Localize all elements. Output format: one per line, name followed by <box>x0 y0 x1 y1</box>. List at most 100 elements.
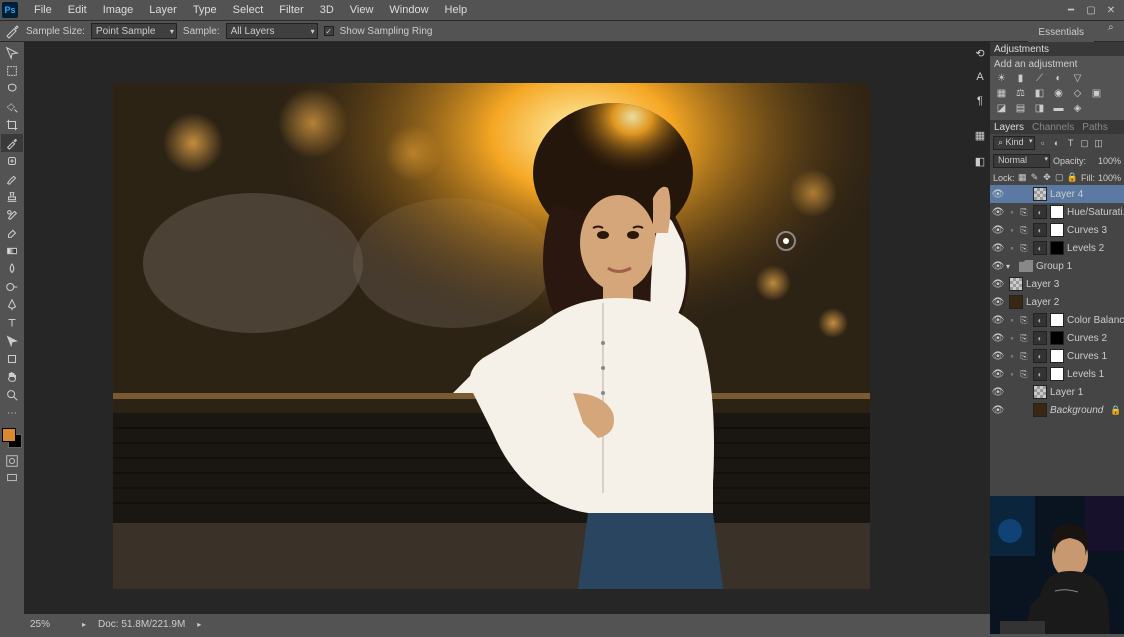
layer-thumb[interactable] <box>1033 403 1047 417</box>
doc-info-arrow-icon[interactable]: ▸ <box>197 620 201 629</box>
layer-mask-thumb[interactable] <box>1050 331 1064 345</box>
layer-thumb[interactable] <box>1009 277 1023 291</box>
layer-row[interactable]: 👁▾Group 1 <box>990 257 1124 275</box>
layer-row[interactable]: 👁Background🔒 <box>990 401 1124 419</box>
link-icon[interactable]: ⎘ <box>1018 243 1030 254</box>
lock-all-icon[interactable]: 🔒 <box>1067 172 1078 183</box>
layer-row[interactable]: 👁Layer 2 <box>990 293 1124 311</box>
link-icon[interactable]: ⎘ <box>1018 333 1030 344</box>
layer-name[interactable]: Curves 2 <box>1067 333 1124 344</box>
adjustments-tab[interactable]: Adjustments <box>994 44 1049 55</box>
workspace-switcher[interactable]: Essentials <box>1028 22 1094 42</box>
opacity-value[interactable]: 100% <box>1089 156 1121 166</box>
clip-icon[interactable]: ◦ <box>1006 315 1018 325</box>
layer-thumb[interactable]: ◐ <box>1033 367 1047 381</box>
layer-thumb[interactable]: ◐ <box>1033 349 1047 363</box>
hand-tool[interactable] <box>1 368 23 386</box>
layer-row[interactable]: 👁◦⎘◐Levels 2 <box>990 239 1124 257</box>
invert-adj-icon[interactable]: ◪ <box>994 102 1009 115</box>
bw-adj-icon[interactable]: ◧ <box>1032 87 1047 100</box>
canvas-area[interactable] <box>24 42 990 614</box>
zoom-level[interactable]: 25% <box>30 619 70 630</box>
visibility-icon[interactable]: 👁 <box>990 369 1006 380</box>
layers-tab[interactable]: Layers <box>994 122 1024 133</box>
blur-tool[interactable] <box>1 260 23 278</box>
layer-thumb[interactable] <box>1009 295 1023 309</box>
menu-filter[interactable]: Filter <box>271 4 311 16</box>
layer-row[interactable]: 👁◦⎘◐Color Balance 1 <box>990 311 1124 329</box>
document-canvas[interactable] <box>113 83 870 589</box>
history-panel-icon[interactable]: ⟲ <box>972 45 988 61</box>
clip-icon[interactable]: ◦ <box>1006 225 1018 235</box>
visibility-icon[interactable]: 👁 <box>990 225 1006 236</box>
sample-size-dropdown[interactable]: Point Sample <box>91 23 177 39</box>
hue-adj-icon[interactable]: ▦ <box>994 87 1009 100</box>
link-icon[interactable]: ⎘ <box>1018 351 1030 362</box>
visibility-icon[interactable]: 👁 <box>990 207 1006 218</box>
layer-mask-thumb[interactable] <box>1050 349 1064 363</box>
type-tool[interactable] <box>1 314 23 332</box>
menu-type[interactable]: Type <box>185 4 225 16</box>
libraries-panel-icon[interactable]: ◧ <box>972 153 988 169</box>
layer-row[interactable]: 👁◦⎘◐Curves 1 <box>990 347 1124 365</box>
layer-name[interactable]: Background <box>1050 405 1110 416</box>
layer-thumb[interactable]: ◐ <box>1033 241 1047 255</box>
current-tool-icon[interactable] <box>4 23 20 39</box>
path-select-tool[interactable] <box>1 332 23 350</box>
sample-dropdown[interactable]: All Layers <box>226 23 318 39</box>
adjustments-panel-header[interactable]: Adjustments <box>990 42 1124 56</box>
layer-row[interactable]: 👁Layer 4 <box>990 185 1124 203</box>
link-icon[interactable]: ⎘ <box>1018 225 1030 236</box>
pen-tool[interactable] <box>1 296 23 314</box>
channels-tab[interactable]: Channels <box>1032 122 1074 133</box>
visibility-icon[interactable]: 👁 <box>990 333 1006 344</box>
channelmix-adj-icon[interactable]: ◇ <box>1070 87 1085 100</box>
layer-mask-thumb[interactable] <box>1050 367 1064 381</box>
menu-file[interactable]: File <box>26 4 60 16</box>
link-icon[interactable]: ⎘ <box>1018 207 1030 218</box>
vibrance-adj-icon[interactable]: ▽ <box>1070 72 1085 85</box>
filter-pixel-icon[interactable]: ▫ <box>1037 137 1049 149</box>
zoom-tool[interactable] <box>1 386 23 404</box>
quickmask-toggle[interactable] <box>1 453 23 469</box>
layer-row[interactable]: 👁Layer 3 <box>990 275 1124 293</box>
layer-mask-thumb[interactable] <box>1050 205 1064 219</box>
layer-row[interactable]: 👁◦⎘◐Hue/Saturati... <box>990 203 1124 221</box>
visibility-icon[interactable]: 👁 <box>990 315 1006 326</box>
zoom-arrow-icon[interactable]: ▸ <box>82 620 86 629</box>
brightness-adj-icon[interactable]: ☀ <box>994 72 1009 85</box>
link-icon[interactable]: ⎘ <box>1018 369 1030 380</box>
menu-image[interactable]: Image <box>95 4 142 16</box>
healing-tool[interactable] <box>1 152 23 170</box>
gradient-tool[interactable] <box>1 242 23 260</box>
layer-name[interactable]: Layer 2 <box>1026 297 1124 308</box>
layer-row[interactable]: 👁Layer 1 <box>990 383 1124 401</box>
selective-adj-icon[interactable]: ◈ <box>1070 102 1085 115</box>
quick-select-tool[interactable] <box>1 98 23 116</box>
visibility-icon[interactable]: 👁 <box>990 243 1006 254</box>
visibility-icon[interactable]: 👁 <box>990 261 1006 272</box>
layer-name[interactable]: Group 1 <box>1036 261 1124 272</box>
show-ring-checkbox[interactable]: ✓ <box>324 26 334 36</box>
screenmode-toggle[interactable] <box>1 470 23 486</box>
lock-artboard-icon[interactable]: ▢ <box>1055 172 1064 183</box>
marquee-tool[interactable] <box>1 62 23 80</box>
search-icon[interactable]: ⌕ <box>1108 22 1120 34</box>
curves-adj-icon[interactable]: ⟋ <box>1032 72 1047 85</box>
clip-icon[interactable]: ◦ <box>1006 351 1018 361</box>
clip-icon[interactable]: ◦ <box>1006 369 1018 379</box>
visibility-icon[interactable]: 👁 <box>990 189 1006 200</box>
menu-layer[interactable]: Layer <box>141 4 185 16</box>
dodge-tool[interactable] <box>1 278 23 296</box>
layer-row[interactable]: 👁◦⎘◐Curves 3 <box>990 221 1124 239</box>
lock-move-icon[interactable]: ✥ <box>1042 172 1051 183</box>
move-tool[interactable] <box>1 44 23 62</box>
history-brush-tool[interactable] <box>1 206 23 224</box>
layer-name[interactable]: Hue/Saturati... <box>1067 207 1124 218</box>
visibility-icon[interactable]: 👁 <box>990 351 1006 362</box>
layer-thumb[interactable]: ◐ <box>1033 223 1047 237</box>
layer-name[interactable]: Levels 1 <box>1067 369 1124 380</box>
eraser-tool[interactable] <box>1 224 23 242</box>
stamp-tool[interactable] <box>1 188 23 206</box>
photofilter-adj-icon[interactable]: ◉ <box>1051 87 1066 100</box>
